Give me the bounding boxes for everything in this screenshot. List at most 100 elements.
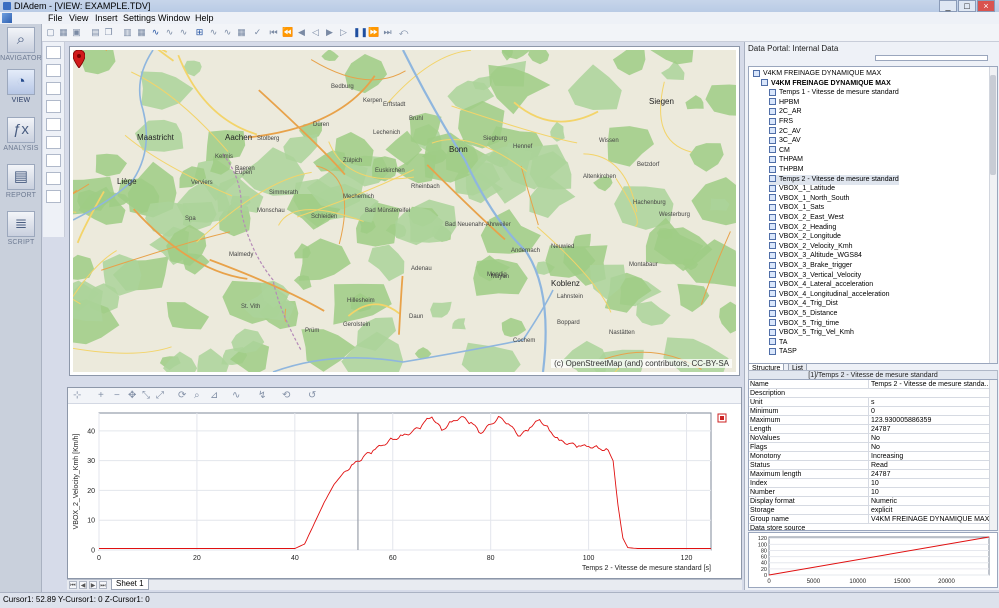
pan-icon[interactable]: ✥ xyxy=(128,390,136,402)
property-row[interactable]: Group name V4KM FREINAGE DYNAMIQUE MAX xyxy=(749,515,990,524)
tree-group[interactable]: V4KM FREINAGE DYNAMIQUE MAX xyxy=(761,79,891,89)
flag-icon[interactable]: ▦ xyxy=(236,27,247,38)
layout-button[interactable] xyxy=(46,172,61,185)
magnifier-icon[interactable]: ⌕ xyxy=(194,390,200,402)
property-scrollbar[interactable] xyxy=(989,380,997,530)
menu-settings[interactable]: Settings xyxy=(123,12,156,24)
nav-navigator[interactable]: ⌕ NAVIGATOR xyxy=(0,27,42,62)
band-icon[interactable]: ∿ xyxy=(164,27,175,38)
tree-channel[interactable]: 2C_AV xyxy=(769,127,801,137)
open-icon[interactable]: ▦ xyxy=(58,27,69,38)
tree-channel[interactable]: VBOX_5_Trig_Vel_Kmh xyxy=(769,328,854,338)
tree-channel[interactable]: TA xyxy=(769,338,787,348)
tree-channel[interactable]: VBOX_5_Trig_time xyxy=(769,319,839,329)
next-sheet-button[interactable]: ▶ xyxy=(89,581,97,589)
skip-end-icon[interactable]: ⏭ xyxy=(382,27,393,38)
zoom-icon[interactable]: ∿ xyxy=(178,27,189,38)
refresh-icon[interactable]: ⟳ xyxy=(178,390,186,402)
fast-forward-icon[interactable]: ⏩ xyxy=(368,27,379,38)
new-icon[interactable]: ▢ xyxy=(45,27,56,38)
close-button[interactable]: × xyxy=(977,0,995,12)
property-row[interactable]: Unit s xyxy=(749,398,990,407)
fit-x-icon[interactable]: ⤡ xyxy=(142,390,150,402)
tree-channel[interactable]: VBOX_1_North_South xyxy=(769,194,849,204)
tree-channel[interactable]: CM xyxy=(769,146,790,156)
fit-y-icon[interactable]: ⤢ xyxy=(156,390,164,402)
tree-channel[interactable]: 3C_AV xyxy=(769,136,801,146)
copy-icon[interactable]: ❐ xyxy=(103,27,114,38)
tree-scrollbar[interactable] xyxy=(989,67,997,363)
sheet-tab[interactable]: Sheet 1 xyxy=(111,579,149,590)
tree-channel[interactable]: VBOX_1_Sats xyxy=(769,203,824,213)
nav-report[interactable]: ▤ REPORT xyxy=(0,164,42,199)
layout-button[interactable] xyxy=(46,118,61,131)
menu-file[interactable]: File xyxy=(48,12,63,24)
tree-group[interactable]: V4KM FREINAGE DYNAMIQUE MAX xyxy=(753,69,881,79)
tree-channel[interactable]: VBOX_4_Lateral_acceleration xyxy=(769,280,873,290)
property-row[interactable]: Index 10 xyxy=(749,479,990,488)
maximize-button[interactable]: □ xyxy=(958,0,976,12)
crosshair-icon[interactable]: ⊹ xyxy=(73,390,81,402)
first-sheet-button[interactable]: ⏮ xyxy=(69,581,77,589)
property-row[interactable]: Minimum 0 xyxy=(749,407,990,416)
tree-channel[interactable]: 2C_AR xyxy=(769,107,802,117)
menu-window[interactable]: Window xyxy=(158,12,190,24)
tree-channel[interactable]: VBOX_3_Vertical_Velocity xyxy=(769,271,861,281)
tree-channel[interactable]: HPBM xyxy=(769,98,799,108)
tree-channel[interactable]: VBOX_2_Heading xyxy=(769,223,836,233)
menu-help[interactable]: Help xyxy=(195,12,214,24)
layout-button[interactable] xyxy=(46,46,61,59)
table-icon[interactable]: ▦ xyxy=(136,27,147,38)
tree-channel[interactable]: Temps 1 - Vitesse de mesure standard xyxy=(769,88,899,98)
axis-icon[interactable]: ⊿ xyxy=(210,390,218,402)
layout-button[interactable] xyxy=(46,82,61,95)
tree-channel[interactable]: VBOX_3_Brake_trigger xyxy=(769,261,852,271)
step-back-icon[interactable]: ◀ xyxy=(296,27,307,38)
play-back-icon[interactable]: ◁ xyxy=(310,27,321,38)
zoom-out-icon[interactable]: − xyxy=(114,390,120,402)
system-menu-icon[interactable] xyxy=(2,13,12,23)
menu-insert[interactable]: Insert xyxy=(95,12,118,24)
active-band-icon[interactable]: ⊞ xyxy=(194,27,205,38)
nav-view[interactable]: ◔ VIEW xyxy=(0,69,42,104)
property-row[interactable]: Number 10 xyxy=(749,488,990,497)
velocity-chart[interactable]: 0 20 40 60 80 100 120 0 10 20 30 40 Temps 2 - Vitess… xyxy=(68,405,741,577)
curve-icon[interactable]: ∿ xyxy=(232,390,240,402)
map-view[interactable]: Maastricht Aachen Liège Bonn Siegen Koblenz St… xyxy=(73,50,736,372)
loop-icon[interactable]: ⤺ xyxy=(398,27,409,38)
tree-channel[interactable]: TASP xyxy=(769,347,797,357)
zoom-in-icon[interactable]: + xyxy=(98,390,104,402)
property-row[interactable]: Length 24787 xyxy=(749,425,990,434)
layout-button[interactable] xyxy=(46,100,61,113)
nav-script[interactable]: ≣ SCRIPT xyxy=(0,211,42,246)
chart-icon[interactable]: ▥ xyxy=(122,27,133,38)
last-sheet-button[interactable]: ⏭ xyxy=(99,581,107,589)
property-row[interactable]: Flags No xyxy=(749,443,990,452)
property-row[interactable]: Data store source xyxy=(749,524,990,530)
tree-channel[interactable]: VBOX_2_Longitude xyxy=(769,232,841,242)
skip-start-icon[interactable]: ⏮ xyxy=(268,27,279,38)
property-row[interactable]: Description xyxy=(749,389,990,398)
property-row[interactable]: Storage explicit xyxy=(749,506,990,515)
layout-button[interactable] xyxy=(46,136,61,149)
marker-icon[interactable]: ↯ xyxy=(258,390,266,402)
tree-channel[interactable]: VBOX_1_Latitude xyxy=(769,184,835,194)
tree-channel[interactable]: FRS xyxy=(769,117,793,127)
tree-channel[interactable]: VBOX_3_Altitude_WGS84 xyxy=(769,251,862,261)
property-row[interactable]: Maximum 123.930005886359 xyxy=(749,416,990,425)
tree-channel[interactable]: THPBM xyxy=(769,165,804,175)
reset-icon[interactable]: ↺ xyxy=(308,390,316,402)
undo-icon[interactable]: ⟲ xyxy=(282,390,290,402)
tree-channel[interactable]: VBOX_4_Longitudinal_acceleration xyxy=(769,290,890,300)
property-row[interactable]: Status Read xyxy=(749,461,990,470)
tree-channel[interactable]: VBOX_4_Trig_Dist xyxy=(769,299,838,309)
pan-icon[interactable]: ∿ xyxy=(222,27,233,38)
property-row[interactable]: NoValues No xyxy=(749,434,990,443)
tree-channel[interactable]: VBOX_2_East_West xyxy=(769,213,844,223)
print-icon[interactable]: ▤ xyxy=(90,27,101,38)
prev-icon[interactable]: ⏪ xyxy=(282,27,293,38)
pause-icon[interactable]: ❚❚ xyxy=(353,27,368,38)
tree-scroll-thumb[interactable] xyxy=(990,75,996,175)
tree-channel[interactable]: VBOX_2_Velocity_Kmh xyxy=(769,242,853,252)
tree-channel[interactable]: VBOX_5_Distance xyxy=(769,309,837,319)
